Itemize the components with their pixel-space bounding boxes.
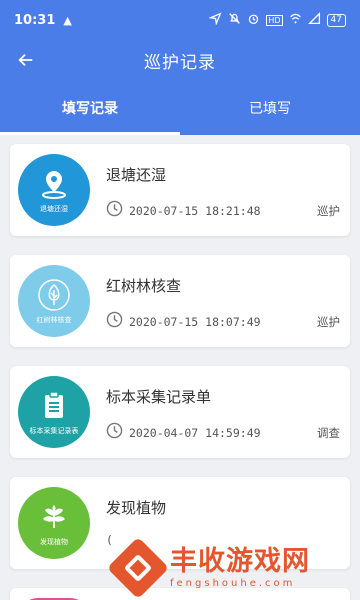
tab-indicator bbox=[0, 132, 180, 135]
clock-icon bbox=[106, 200, 123, 221]
thumbnail-caption: 红树林核查 bbox=[36, 315, 72, 324]
record-type: 巡护 bbox=[317, 204, 340, 218]
thumbnail-caption: 发现植物 bbox=[40, 537, 68, 546]
mute-icon bbox=[228, 12, 241, 28]
page-title: 巡护记录 bbox=[144, 52, 216, 73]
plant-icon bbox=[43, 504, 65, 528]
status-bar: 10:31 ▲ HD 47 bbox=[0, 0, 360, 40]
record-title: 红树林核查 bbox=[106, 277, 182, 295]
status-time: 10:31 bbox=[14, 12, 56, 28]
record-time: 2020-04-07 14:59:49 bbox=[129, 425, 261, 440]
record-thumbnail: 红树林核查 bbox=[18, 265, 90, 337]
thumbnail-caption: 退塘还湿 bbox=[40, 204, 68, 213]
record-type: 巡护 bbox=[317, 315, 340, 329]
record-thumbnail: 标本采集记录表 bbox=[18, 376, 90, 448]
record-title: 发现植物 bbox=[106, 499, 167, 517]
record-thumbnail: 发现植物 bbox=[18, 487, 90, 559]
record-type: 调查 bbox=[317, 426, 340, 440]
record-card[interactable]: 标本采集记录表 标本采集记录单 2020-04-07 14:59:49 调查 bbox=[10, 366, 350, 458]
tree-icon bbox=[38, 278, 70, 311]
battery-icon: 47 bbox=[326, 13, 346, 27]
record-title: 退塘还湿 bbox=[106, 166, 167, 184]
record-time-row: 2020-07-15 18:07:49 bbox=[106, 311, 261, 332]
record-time: 2020-07-15 18:21:48 bbox=[129, 203, 261, 218]
notification-icon: ▲ bbox=[63, 13, 72, 27]
arrow-left-icon bbox=[18, 53, 33, 67]
status-icons: HD 47 bbox=[208, 12, 346, 28]
wifi-icon bbox=[289, 12, 302, 28]
record-time: 2020-07-15 18:07:49 bbox=[129, 314, 261, 329]
record-time-row: 2020-07-15 18:21:48 bbox=[106, 200, 261, 221]
watermark-subtitle: fengshouhe.com bbox=[170, 578, 296, 589]
record-card[interactable]: 红树林核查 红树林核查 2020-07-15 18:07:49 巡护 bbox=[10, 255, 350, 347]
back-button[interactable] bbox=[12, 46, 40, 74]
watermark-logo-icon bbox=[106, 536, 170, 599]
clock-icon bbox=[106, 311, 123, 332]
tab-filled[interactable]: 已填写 bbox=[180, 80, 360, 135]
clock-icon bbox=[106, 422, 123, 443]
tab-fill-record[interactable]: 填写记录 bbox=[0, 80, 180, 135]
location-pin-icon bbox=[42, 170, 66, 199]
tab-label: 已填写 bbox=[249, 100, 291, 117]
record-time-row: 2020-04-07 14:59:49 bbox=[106, 422, 261, 443]
record-thumbnail: 退塘还湿 bbox=[18, 154, 90, 226]
signal-icon bbox=[307, 12, 321, 28]
record-title: 标本采集记录单 bbox=[106, 388, 212, 406]
watermark: 丰收游戏网 fengshouhe.com bbox=[106, 535, 360, 600]
alarm-icon bbox=[247, 12, 260, 28]
tab-label: 填写记录 bbox=[62, 100, 118, 117]
record-card[interactable]: 退塘还湿 退塘还湿 2020-07-15 18:21:48 巡护 bbox=[10, 144, 350, 236]
app-bar: 巡护记录 bbox=[0, 40, 360, 80]
tab-bar: 填写记录 已填写 bbox=[0, 80, 360, 135]
location-icon bbox=[208, 12, 222, 28]
thumbnail-caption: 标本采集记录表 bbox=[29, 426, 79, 435]
clipboard-icon bbox=[45, 390, 63, 418]
hd-icon: HD bbox=[266, 14, 283, 26]
watermark-title: 丰收游戏网 bbox=[170, 546, 310, 577]
